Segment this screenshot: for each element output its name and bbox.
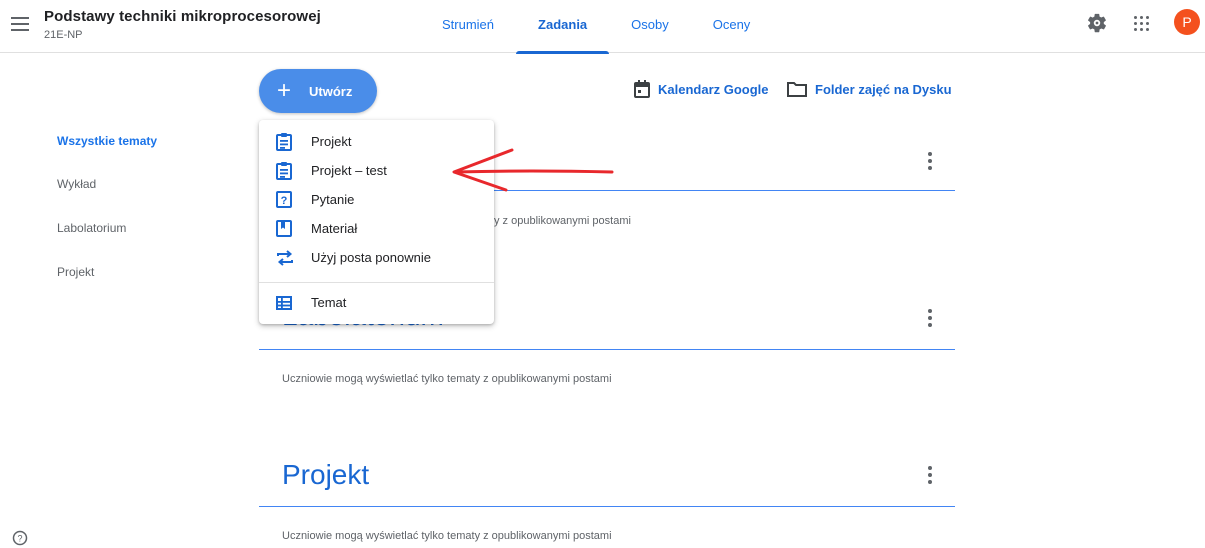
tab-bar: Strumień Zadania Osoby Oceny bbox=[420, 0, 773, 54]
menu-item-label: Użyj posta ponownie bbox=[311, 250, 431, 265]
gear-icon[interactable] bbox=[1086, 12, 1108, 34]
google-calendar-label: Kalendarz Google bbox=[658, 81, 769, 97]
material-icon bbox=[276, 220, 292, 237]
topic-note: Uczniowie mogą wyświetlać tylko tematy z… bbox=[282, 530, 612, 542]
assignment-icon bbox=[276, 162, 292, 180]
hamburger-menu-icon[interactable] bbox=[11, 17, 29, 31]
app-header: Podstawy techniki mikroprocesorowej 21E-… bbox=[0, 0, 1205, 54]
menu-item-material[interactable]: Materiał bbox=[259, 214, 494, 243]
topic-note: Uczniowie mogą wyświetlać tylko tematy z… bbox=[282, 373, 612, 385]
sidebar-item-all-topics[interactable]: Wszystkie tematy bbox=[57, 134, 157, 148]
calendar-icon bbox=[634, 80, 650, 98]
svg-text:?: ? bbox=[17, 534, 22, 544]
apps-grid-icon[interactable] bbox=[1134, 16, 1150, 32]
class-title[interactable]: Podstawy techniki mikroprocesorowej bbox=[44, 8, 321, 25]
google-calendar-link[interactable]: Kalendarz Google bbox=[634, 78, 769, 100]
sidebar-item-project[interactable]: Projekt bbox=[57, 265, 94, 279]
menu-item-label: Pytanie bbox=[311, 192, 355, 207]
sidebar-item-laboratory[interactable]: Labolatorium bbox=[57, 221, 126, 235]
avatar[interactable]: P bbox=[1174, 9, 1200, 35]
create-button[interactable]: + Utwórz bbox=[259, 69, 377, 113]
tab-classwork[interactable]: Zadania bbox=[516, 0, 610, 54]
drive-folder-label: Folder zajęć na Dysku bbox=[815, 81, 952, 97]
topic-title[interactable]: Projekt bbox=[282, 459, 369, 491]
menu-item-label: Projekt bbox=[311, 134, 352, 149]
plus-icon: + bbox=[277, 77, 292, 104]
tab-people[interactable]: Osoby bbox=[609, 0, 691, 53]
help-icon[interactable]: ? bbox=[12, 530, 28, 546]
svg-text:?: ? bbox=[281, 195, 288, 207]
red-arrow-annotation bbox=[452, 148, 614, 192]
menu-item-label: Materiał bbox=[311, 221, 358, 236]
menu-item-topic[interactable]: Temat bbox=[259, 288, 494, 317]
drive-folder-link[interactable]: Folder zajęć na Dysku bbox=[787, 78, 952, 100]
topic-more-options-icon[interactable] bbox=[924, 152, 936, 170]
menu-item-reuse-post[interactable]: Użyj posta ponownie bbox=[259, 243, 494, 272]
topic-more-options-icon[interactable] bbox=[924, 309, 936, 327]
topic-icon bbox=[276, 296, 292, 310]
question-icon: ? bbox=[276, 191, 292, 208]
topic-divider bbox=[259, 349, 955, 350]
tab-grades[interactable]: Oceny bbox=[691, 0, 773, 53]
menu-item-label: Projekt – test bbox=[311, 163, 387, 178]
sidebar-item-lecture[interactable]: Wykład bbox=[57, 177, 96, 191]
assignment-icon bbox=[276, 133, 292, 151]
folder-icon bbox=[787, 82, 807, 97]
topic-more-options-icon[interactable] bbox=[924, 466, 936, 484]
create-button-label: Utwórz bbox=[309, 84, 353, 99]
reuse-icon bbox=[277, 250, 293, 266]
menu-item-label: Temat bbox=[311, 295, 347, 310]
tab-stream[interactable]: Strumień bbox=[420, 0, 516, 53]
menu-divider bbox=[259, 282, 494, 283]
topic-note: y z opublikowanymi postami bbox=[494, 215, 631, 227]
topic-divider bbox=[259, 506, 955, 507]
class-section: 21E-NP bbox=[44, 29, 83, 41]
